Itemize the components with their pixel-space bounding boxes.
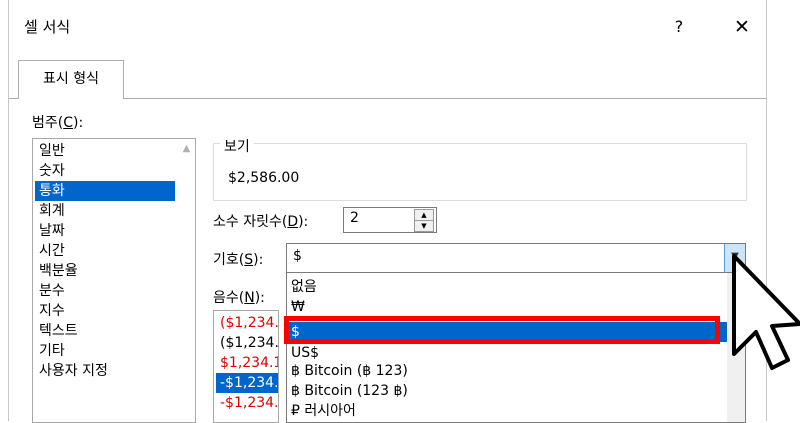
negative-format-item[interactable]: ($1,234.10) bbox=[216, 333, 278, 353]
sample-legend: 보기 bbox=[220, 136, 254, 156]
category-item[interactable]: 일반 bbox=[35, 141, 175, 161]
symbol-option[interactable]: ₽ 러시아어 bbox=[288, 401, 727, 421]
negative-format-list[interactable]: ($1,234.10) ($1,234.10) $1,234.10 -$1,23… bbox=[213, 310, 279, 423]
negative-format-item[interactable]: $1,234.10 bbox=[216, 353, 278, 373]
decimals-label: 소수 자릿수(D): bbox=[213, 214, 309, 230]
category-list[interactable]: 일반 숫자 통화 회계 날짜 시간 백분율 분수 지수 텍스트 기타 사용자 지… bbox=[32, 138, 196, 423]
symbol-dropdown-list[interactable]: 없음 ₩ $ US$ ฿ Bitcoin (฿ 123) ฿ Bitcoin (… bbox=[286, 272, 746, 423]
tab-divider bbox=[9, 98, 18, 99]
symbol-option[interactable]: ฿ Bitcoin (123 ฿) bbox=[288, 381, 727, 401]
category-item[interactable]: 회계 bbox=[35, 201, 175, 221]
category-item[interactable]: 텍스트 bbox=[35, 321, 175, 341]
category-item-selected[interactable]: 통화 bbox=[35, 181, 175, 201]
category-item[interactable]: 사용자 지정 bbox=[35, 361, 175, 381]
symbol-select[interactable]: $ ▼ bbox=[286, 243, 746, 273]
category-item[interactable]: 지수 bbox=[35, 301, 175, 321]
negative-label: 음수(N): bbox=[213, 290, 265, 306]
tab-divider bbox=[122, 98, 766, 99]
help-button[interactable]: ? bbox=[667, 14, 691, 40]
negative-format-item-selected[interactable]: -$1,234.10 bbox=[216, 373, 278, 393]
tab-number-format[interactable]: 표시 형식 bbox=[18, 60, 124, 99]
negative-format-item[interactable]: -$1,234.10 bbox=[216, 393, 278, 413]
category-item[interactable]: 기타 bbox=[35, 341, 175, 361]
category-item[interactable]: 시간 bbox=[35, 241, 175, 261]
symbol-option-selected[interactable]: $ bbox=[288, 322, 727, 342]
category-item[interactable]: 날짜 bbox=[35, 221, 175, 241]
symbol-option[interactable]: US$ bbox=[288, 343, 727, 363]
symbol-option[interactable]: ₩ bbox=[288, 297, 727, 317]
decimals-stepper[interactable]: 2 ▲ ▼ bbox=[343, 207, 437, 233]
symbol-option[interactable]: ฿ Bitcoin (฿ 123) bbox=[288, 361, 727, 381]
category-item[interactable]: 분수 bbox=[35, 281, 175, 301]
category-item[interactable]: 숫자 bbox=[35, 161, 175, 181]
dialog-border-left bbox=[8, 0, 9, 421]
decimals-value[interactable]: 2 bbox=[350, 210, 359, 226]
sample-value: $2,586.00 bbox=[228, 170, 300, 186]
category-label: 범주(C): bbox=[32, 115, 84, 131]
dialog-title: 셀 서식 bbox=[24, 18, 71, 36]
scroll-up-icon[interactable]: ▲ bbox=[178, 143, 195, 157]
negative-format-item[interactable]: ($1,234.10) bbox=[216, 313, 278, 333]
category-item[interactable]: 백분율 bbox=[35, 261, 175, 281]
decrement-icon[interactable]: ▼ bbox=[414, 220, 434, 232]
mouse-pointer-icon bbox=[732, 254, 800, 370]
close-button[interactable]: ✕ bbox=[725, 10, 759, 44]
title-bar: 셀 서식 ? ✕ bbox=[9, 0, 766, 56]
category-scrollbar[interactable]: ▲ bbox=[178, 139, 195, 422]
symbol-label: 기호(S): bbox=[213, 252, 264, 268]
symbol-selected-value[interactable]: $ bbox=[293, 248, 302, 264]
symbol-option[interactable]: 없음 bbox=[288, 277, 727, 297]
